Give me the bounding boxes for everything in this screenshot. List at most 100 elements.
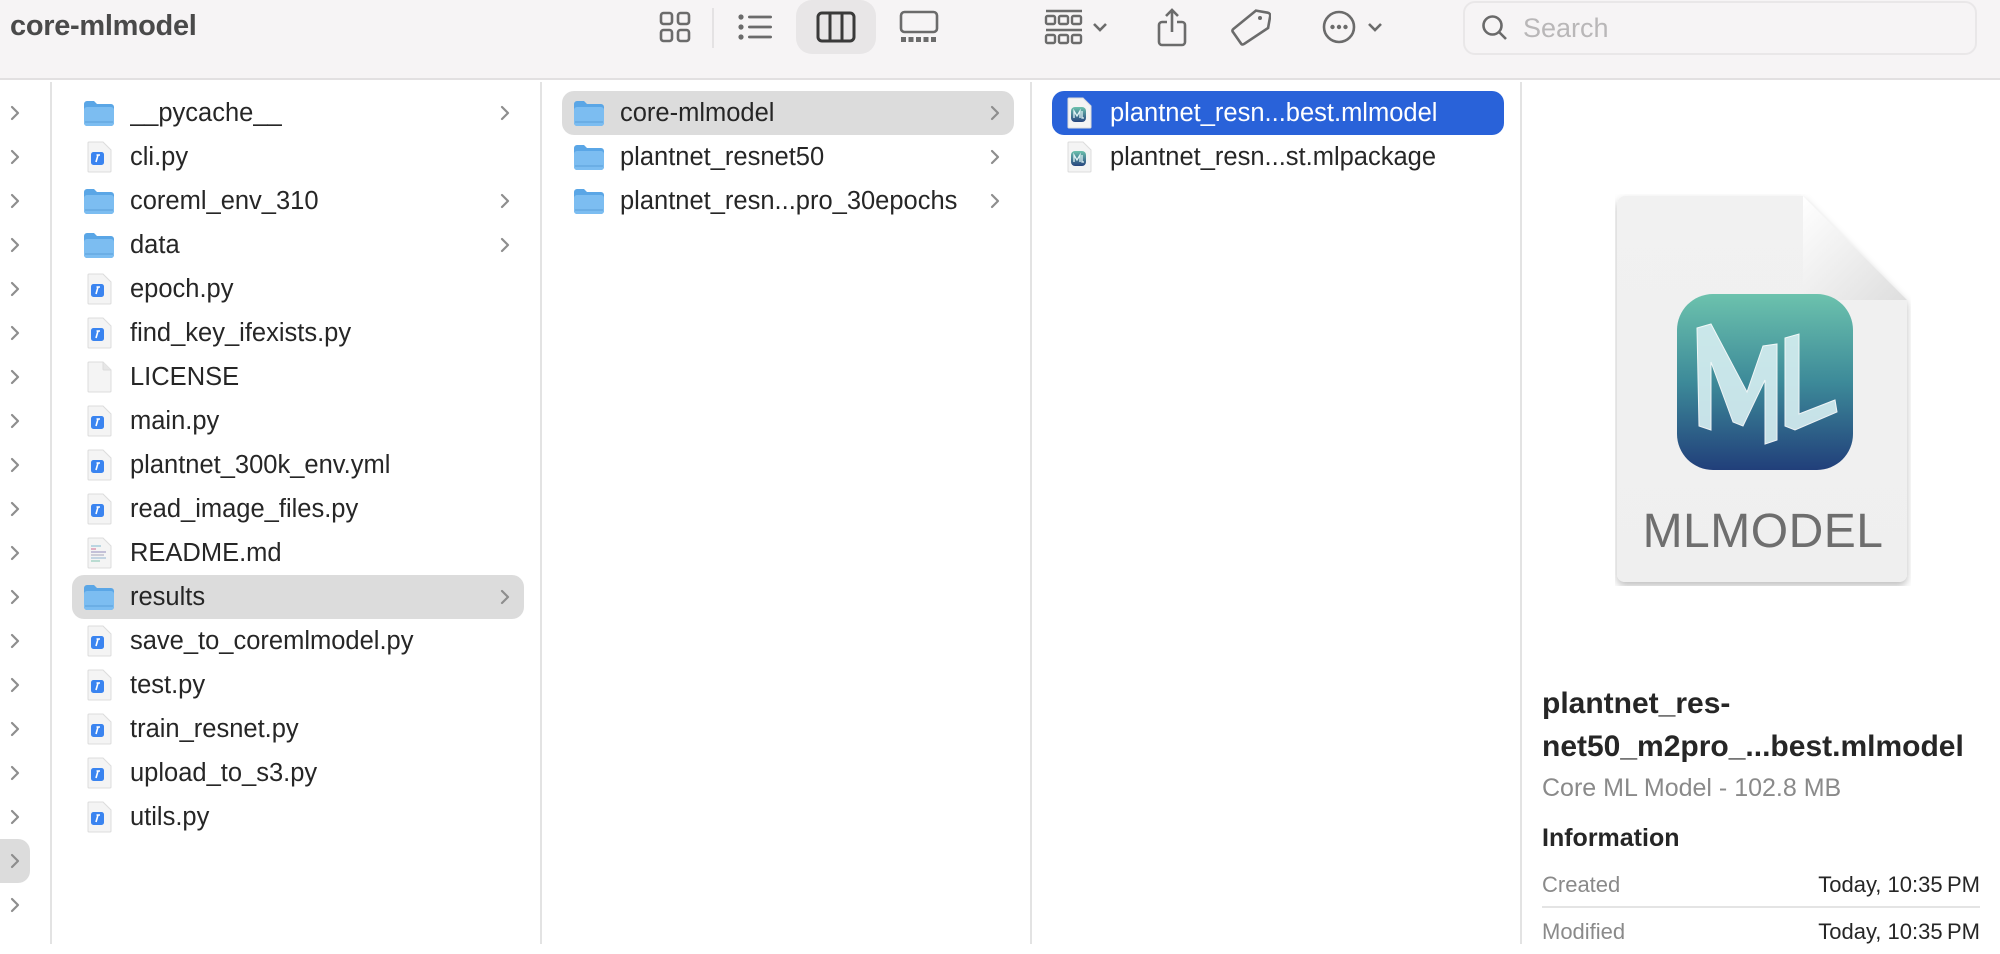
python-file-icon: [87, 669, 112, 701]
parent-column-row[interactable]: [0, 399, 30, 443]
info-value: Today, 10:35 PM: [1818, 919, 1980, 944]
chevron-right-icon: [500, 105, 510, 121]
tags-button[interactable]: [1228, 0, 1274, 54]
parent-column-row[interactable]: [0, 575, 30, 619]
mlmodel-file-icon: [1067, 97, 1092, 129]
item-icon: [82, 580, 116, 614]
chevron-right-icon: [10, 281, 20, 297]
parent-column-row[interactable]: [0, 795, 30, 839]
item-icon: [572, 140, 606, 174]
item-label: coreml_env_310: [130, 186, 319, 215]
file-name-line: plantnet_res-: [1542, 687, 1731, 720]
search-input[interactable]: [1523, 12, 1963, 44]
item-label: read_image_files.py: [130, 494, 359, 523]
chevron-right-icon: [990, 193, 1000, 209]
chevron-right-icon: [10, 149, 20, 165]
chevron-right-icon: [10, 853, 20, 869]
list-item-plantnet-resn-st-mlpackage[interactable]: plantnet_resn...st.mlpackage: [1052, 135, 1504, 179]
list-item-upload-to-s3-py[interactable]: upload_to_s3.py: [72, 751, 524, 795]
list-item-main-py[interactable]: main.py: [72, 399, 524, 443]
chevron-right-icon: [10, 633, 20, 649]
group-icon: [1044, 9, 1083, 45]
item-icon: [82, 272, 116, 306]
gallery-view-button[interactable]: [892, 0, 946, 54]
more-actions-button[interactable]: [1312, 0, 1392, 54]
list-item-data[interactable]: data: [72, 223, 524, 267]
file-name-line: net50_m2pro_...best.mlmodel: [1542, 730, 1964, 763]
parent-column-row[interactable]: [0, 311, 30, 355]
parent-column-row[interactable]: [0, 531, 30, 575]
parent-column-row[interactable]: [0, 839, 30, 883]
list-item-find-key-ifexists-py[interactable]: find_key_ifexists.py: [72, 311, 524, 355]
parent-column-row[interactable]: [0, 179, 30, 223]
group-by-button[interactable]: [1036, 0, 1116, 54]
list-item-read-image-files-py[interactable]: read_image_files.py: [72, 487, 524, 531]
item-icon: [572, 184, 606, 218]
search-icon: [1482, 15, 1507, 40]
list-item-plantnet-resn-best-mlmodel[interactable]: plantnet_resn...best.mlmodel: [1052, 91, 1504, 135]
list-item-pycache[interactable]: __pycache__: [72, 91, 524, 135]
folder-icon: [84, 101, 114, 126]
disclosure-chevron: [980, 148, 1010, 166]
parent-column-row[interactable]: [0, 751, 30, 795]
item-icon: [82, 492, 116, 526]
item-icon: [82, 316, 116, 350]
preview-pane: MLMODEL plantnet_res-net50_m2pro_...best…: [1522, 82, 2000, 944]
parent-column-row[interactable]: [0, 267, 30, 311]
list-item-results[interactable]: results: [72, 575, 524, 619]
list-item-coreml-env-310[interactable]: coreml_env_310: [72, 179, 524, 223]
list-item-readme-md[interactable]: README.md: [72, 531, 524, 575]
parent-column-row[interactable]: [0, 135, 30, 179]
list-item-test-py[interactable]: test.py: [72, 663, 524, 707]
list-item-train-resnet-py[interactable]: train_resnet.py: [72, 707, 524, 751]
parent-column-row[interactable]: [0, 91, 30, 135]
parent-column-row[interactable]: [0, 707, 30, 751]
list-item-plantnet-resn-pro-30epochs[interactable]: plantnet_resn...pro_30epochs: [562, 179, 1014, 223]
list-item-epoch-py[interactable]: epoch.py: [72, 267, 524, 311]
python-file-icon: [87, 449, 112, 481]
document-type-label: MLMODEL: [1642, 505, 1884, 558]
search-field[interactable]: [1463, 1, 1977, 55]
tag-icon: [1231, 9, 1271, 46]
item-label: train_resnet.py: [130, 714, 299, 743]
chevron-right-icon: [500, 237, 510, 253]
python-file-icon: [87, 493, 112, 525]
column-project: __pycache__ cli.py coreml_env_310data epoch…: [52, 82, 542, 944]
parent-column-row[interactable]: [0, 663, 30, 707]
list-item-core-mlmodel[interactable]: core-mlmodel: [562, 91, 1014, 135]
chevron-right-icon: [990, 105, 1000, 121]
chevron-right-icon: [10, 457, 20, 473]
list-item-plantnet-300k-env-yml[interactable]: plantnet_300k_env.yml: [72, 443, 524, 487]
parent-column-row[interactable]: [0, 223, 30, 267]
item-label: main.py: [130, 406, 220, 435]
share-button[interactable]: [1150, 0, 1194, 54]
column-view-button[interactable]: [796, 0, 876, 54]
parent-column-row[interactable]: [0, 883, 30, 927]
item-label: results: [130, 582, 206, 611]
item-label: core-mlmodel: [620, 98, 775, 127]
parent-column-row[interactable]: [0, 443, 30, 487]
parent-column-row[interactable]: [0, 355, 30, 399]
window-title: core-mlmodel: [10, 10, 197, 42]
item-label: plantnet_resnet50: [620, 142, 825, 171]
item-icon: [82, 668, 116, 702]
parent-column-row[interactable]: [0, 487, 30, 531]
chevron-right-icon: [10, 325, 20, 341]
parent-column-row[interactable]: [0, 619, 30, 663]
chevron-right-icon: [10, 677, 20, 693]
list-item-license[interactable]: LICENSE: [72, 355, 524, 399]
information-heading: Information: [1542, 824, 1680, 852]
folder-icon: [574, 189, 604, 214]
list-item-plantnet-resnet50[interactable]: plantnet_resnet50: [562, 135, 1014, 179]
item-icon: [82, 536, 116, 570]
list-item-cli-py[interactable]: cli.py: [72, 135, 524, 179]
item-label: LICENSE: [130, 362, 240, 391]
list-item-utils-py[interactable]: utils.py: [72, 795, 524, 839]
item-icon: [82, 360, 116, 394]
icon-view-button[interactable]: [648, 0, 702, 54]
chevron-right-icon: [500, 589, 510, 605]
gallery-icon: [899, 10, 939, 42]
list-view-button[interactable]: [728, 0, 782, 54]
list-item-save-to-coremlmodel-py[interactable]: save_to_coremlmodel.py: [72, 619, 524, 663]
item-icon: [1062, 140, 1096, 174]
